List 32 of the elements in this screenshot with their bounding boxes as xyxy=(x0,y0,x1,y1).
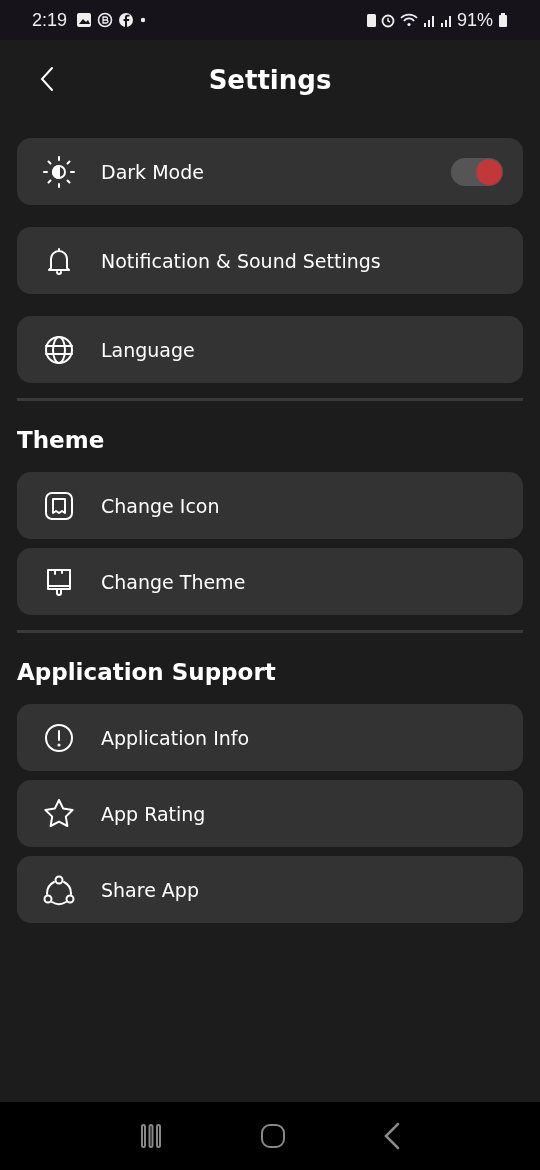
item-label: Dark Mode xyxy=(101,160,205,183)
status-time: 2:19 xyxy=(32,9,68,31)
settings-item[interactable]: Notification & Sound Settings xyxy=(17,227,523,294)
item-label: Share App xyxy=(101,878,200,901)
item-label: Application Info xyxy=(101,726,251,749)
item-label: Change Icon xyxy=(101,494,221,517)
item-label: Notification & Sound Settings xyxy=(101,249,382,272)
settings-item[interactable]: App Rating xyxy=(17,780,523,847)
settings-item[interactable]: Change Theme xyxy=(17,548,523,615)
item-label: Language xyxy=(101,338,196,361)
gallery-icon xyxy=(76,12,93,28)
settings-item[interactable]: Dark Mode xyxy=(17,138,523,205)
item-label: App Rating xyxy=(101,802,207,825)
back-button[interactable] xyxy=(40,66,54,92)
home-icon[interactable] xyxy=(260,1123,286,1149)
toggle-switch[interactable] xyxy=(451,157,503,186)
brightness-icon xyxy=(42,154,76,189)
settings-item[interactable]: Change Icon xyxy=(17,472,523,539)
back-icon[interactable] xyxy=(382,1122,402,1150)
battery-level: 91% xyxy=(456,9,493,31)
settings-item[interactable]: Application Info xyxy=(17,704,523,771)
settings-item[interactable]: Share App xyxy=(17,856,523,923)
recent-apps-icon[interactable] xyxy=(138,1123,164,1149)
section-heading: Application Support xyxy=(17,661,277,684)
facebook-icon xyxy=(118,12,135,28)
battery-icon xyxy=(498,12,508,28)
item-label: Change Theme xyxy=(101,570,247,593)
section-heading: Theme xyxy=(17,429,106,452)
alarm-icon xyxy=(380,12,395,28)
wifi-icon xyxy=(399,12,418,28)
settings-item[interactable]: Language xyxy=(17,316,523,383)
page-title: Settings xyxy=(208,65,332,95)
